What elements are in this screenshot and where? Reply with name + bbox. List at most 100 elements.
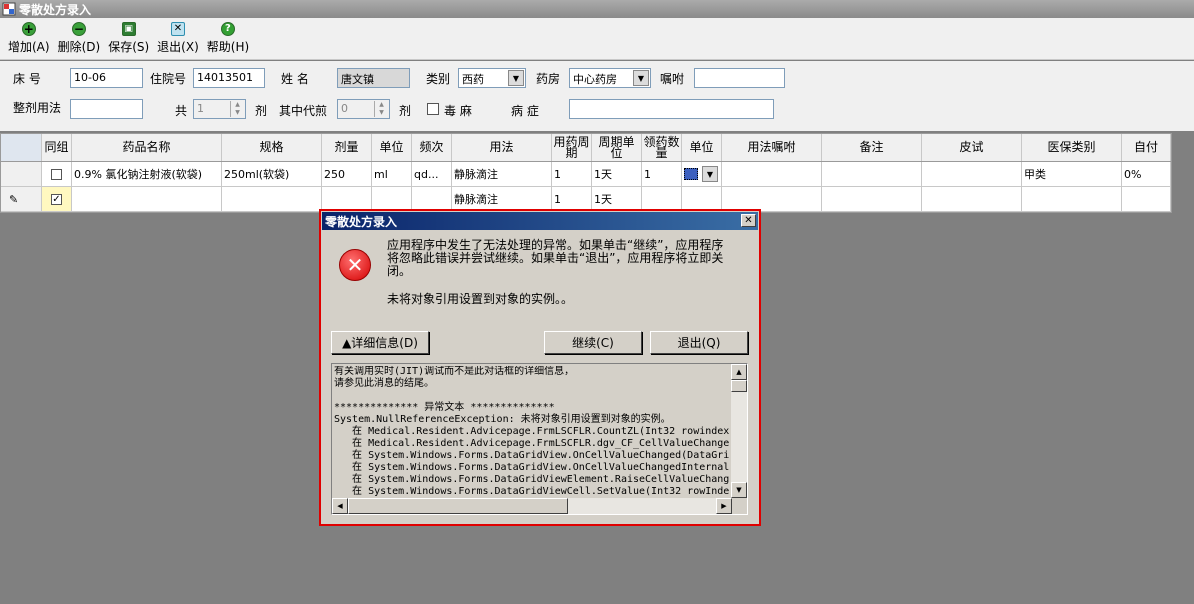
category-value: 西药 — [462, 73, 484, 86]
grid-corner[interactable] — [1, 134, 42, 161]
col-header[interactable]: 皮试 — [922, 134, 1022, 161]
col-header[interactable]: 用药周期 — [552, 134, 592, 161]
table-cell[interactable] — [222, 187, 322, 211]
col-header[interactable]: 领药数量 — [642, 134, 682, 161]
category-select[interactable]: 西药 ▼ — [458, 68, 526, 88]
table-cell[interactable] — [412, 187, 452, 211]
col-header[interactable]: 用法嘱咐 — [722, 134, 822, 161]
total-value: 1 — [197, 102, 204, 115]
table-cell[interactable]: 0.9% 氯化钠注射液(软袋) — [72, 162, 222, 186]
error-icon: ✕ — [339, 249, 371, 281]
exit-button[interactable]: ✕ 退出(X) — [157, 18, 199, 55]
scroll-up-icon[interactable]: ▲ — [731, 364, 747, 380]
table-cell[interactable]: 静脉滴注 — [452, 187, 552, 211]
disease-input[interactable] — [569, 99, 774, 119]
scroll-right-icon[interactable]: ▶ — [716, 498, 732, 514]
instruction-label: 嘱咐 — [660, 72, 685, 86]
col-header[interactable]: 医保类别 — [1022, 134, 1122, 161]
unit-combo-selected[interactable] — [684, 168, 698, 180]
decoct-stepper[interactable]: 0 ▲ ▼ — [337, 99, 390, 119]
group-checkbox-checked[interactable]: ✓ — [51, 193, 62, 205]
quit-button[interactable]: 退出(Q) — [650, 331, 748, 354]
table-cell[interactable]: 0% — [1122, 162, 1171, 186]
bed-input[interactable]: 10-06 — [70, 68, 143, 88]
col-header[interactable]: 单位 — [682, 134, 722, 161]
vertical-scrollbar[interactable]: ▲ ▼ — [731, 364, 747, 498]
total-stepper[interactable]: 1 ▲ ▼ — [193, 99, 246, 119]
continue-button[interactable]: 继续(C) — [544, 331, 642, 354]
scroll-thumb[interactable] — [731, 380, 747, 392]
table-cell[interactable]: 1天 — [592, 187, 642, 211]
table-cell[interactable] — [922, 162, 1022, 186]
table-cell[interactable] — [642, 187, 682, 211]
table-cell[interactable] — [722, 187, 822, 211]
usage-input[interactable] — [70, 99, 143, 119]
table-cell[interactable]: 1天 — [592, 162, 642, 186]
scroll-thumb[interactable] — [348, 498, 568, 514]
instruction-input[interactable] — [694, 68, 785, 88]
table-cell[interactable]: 1 — [552, 162, 592, 186]
col-header[interactable]: 用法 — [452, 134, 552, 161]
col-header[interactable]: 同组 — [42, 134, 72, 161]
chevron-down-icon[interactable]: ▼ — [508, 70, 524, 86]
delete-button[interactable]: − 删除(D) — [58, 18, 100, 55]
group-checkbox[interactable] — [51, 168, 62, 180]
table-cell[interactable]: qd... — [412, 162, 452, 186]
scroll-left-icon[interactable]: ◀ — [332, 498, 348, 514]
close-icon[interactable]: ✕ — [741, 214, 756, 227]
unit-combo-cell[interactable]: ▼ — [682, 162, 722, 186]
table-row[interactable]: 0.9% 氯化钠注射液(软袋) 250ml(软袋) 250 ml qd... 静… — [1, 162, 1171, 187]
add-button[interactable]: + 增加(A) — [8, 18, 50, 55]
spinner-icon[interactable]: ▲ ▼ — [230, 101, 244, 117]
usage-label: 整剂用法 — [13, 101, 62, 115]
table-cell[interactable] — [322, 187, 372, 211]
group-checkbox-cell[interactable]: ✓ — [42, 187, 72, 211]
scroll-down-icon[interactable]: ▼ — [731, 482, 747, 498]
col-header[interactable]: 药品名称 — [72, 134, 222, 161]
table-cell[interactable] — [822, 162, 922, 186]
table-cell[interactable]: 1 — [642, 162, 682, 186]
table-cell[interactable]: 250ml(软袋) — [222, 162, 322, 186]
table-cell[interactable]: 250 — [322, 162, 372, 186]
col-header[interactable]: 自付 — [1122, 134, 1171, 161]
table-cell[interactable]: 静脉滴注 — [452, 162, 552, 186]
app-icon — [2, 2, 16, 16]
pharmacy-label: 药房 — [536, 72, 561, 86]
row-header[interactable]: ✎ — [1, 187, 42, 211]
group-checkbox-cell[interactable] — [42, 162, 72, 186]
table-cell[interactable] — [72, 187, 222, 211]
table-cell[interactable]: 1 — [552, 187, 592, 211]
save-button[interactable]: ▣ 保存(S) — [108, 18, 149, 55]
horizontal-scrollbar[interactable]: ◀ ▶ — [332, 498, 732, 514]
name-input[interactable]: 唐文镇 — [337, 68, 410, 88]
table-cell[interactable] — [722, 162, 822, 186]
col-header[interactable]: 频次 — [412, 134, 452, 161]
row-header[interactable] — [1, 162, 42, 186]
inpatient-label: 住院号 — [150, 72, 187, 86]
details-button[interactable]: ▲详细信息(D) — [331, 331, 429, 354]
table-cell[interactable] — [922, 187, 1022, 211]
chevron-down-icon[interactable]: ▼ — [702, 166, 718, 182]
details-textbox[interactable]: 有关调用实时(JIT)调试而不是此对话框的详细信息， 请参见此消息的结尾。 **… — [331, 363, 748, 515]
table-cell[interactable] — [1122, 187, 1171, 211]
table-cell[interactable]: 甲类 — [1022, 162, 1122, 186]
table-cell[interactable] — [822, 187, 922, 211]
narcotic-checkbox[interactable] — [427, 103, 439, 115]
inpatient-input[interactable]: 14013501 — [193, 68, 265, 88]
delete-icon: − — [71, 22, 86, 36]
col-header[interactable]: 规格 — [222, 134, 322, 161]
pharmacy-select[interactable]: 中心药房 ▼ — [569, 68, 651, 88]
table-cell[interactable]: ml — [372, 162, 412, 186]
col-header[interactable]: 周期单位 — [592, 134, 642, 161]
table-cell[interactable] — [372, 187, 412, 211]
help-button[interactable]: ? 帮助(H) — [207, 18, 249, 55]
spinner-icon[interactable]: ▲ ▼ — [374, 101, 388, 117]
table-cell[interactable] — [1022, 187, 1122, 211]
window-titlebar: 零散处方录入 — [0, 0, 1194, 18]
table-cell[interactable] — [682, 187, 722, 211]
col-header[interactable]: 剂量 — [322, 134, 372, 161]
col-header[interactable]: 备注 — [822, 134, 922, 161]
pharmacy-value: 中心药房 — [573, 73, 617, 86]
col-header[interactable]: 单位 — [372, 134, 412, 161]
chevron-down-icon[interactable]: ▼ — [633, 70, 649, 86]
